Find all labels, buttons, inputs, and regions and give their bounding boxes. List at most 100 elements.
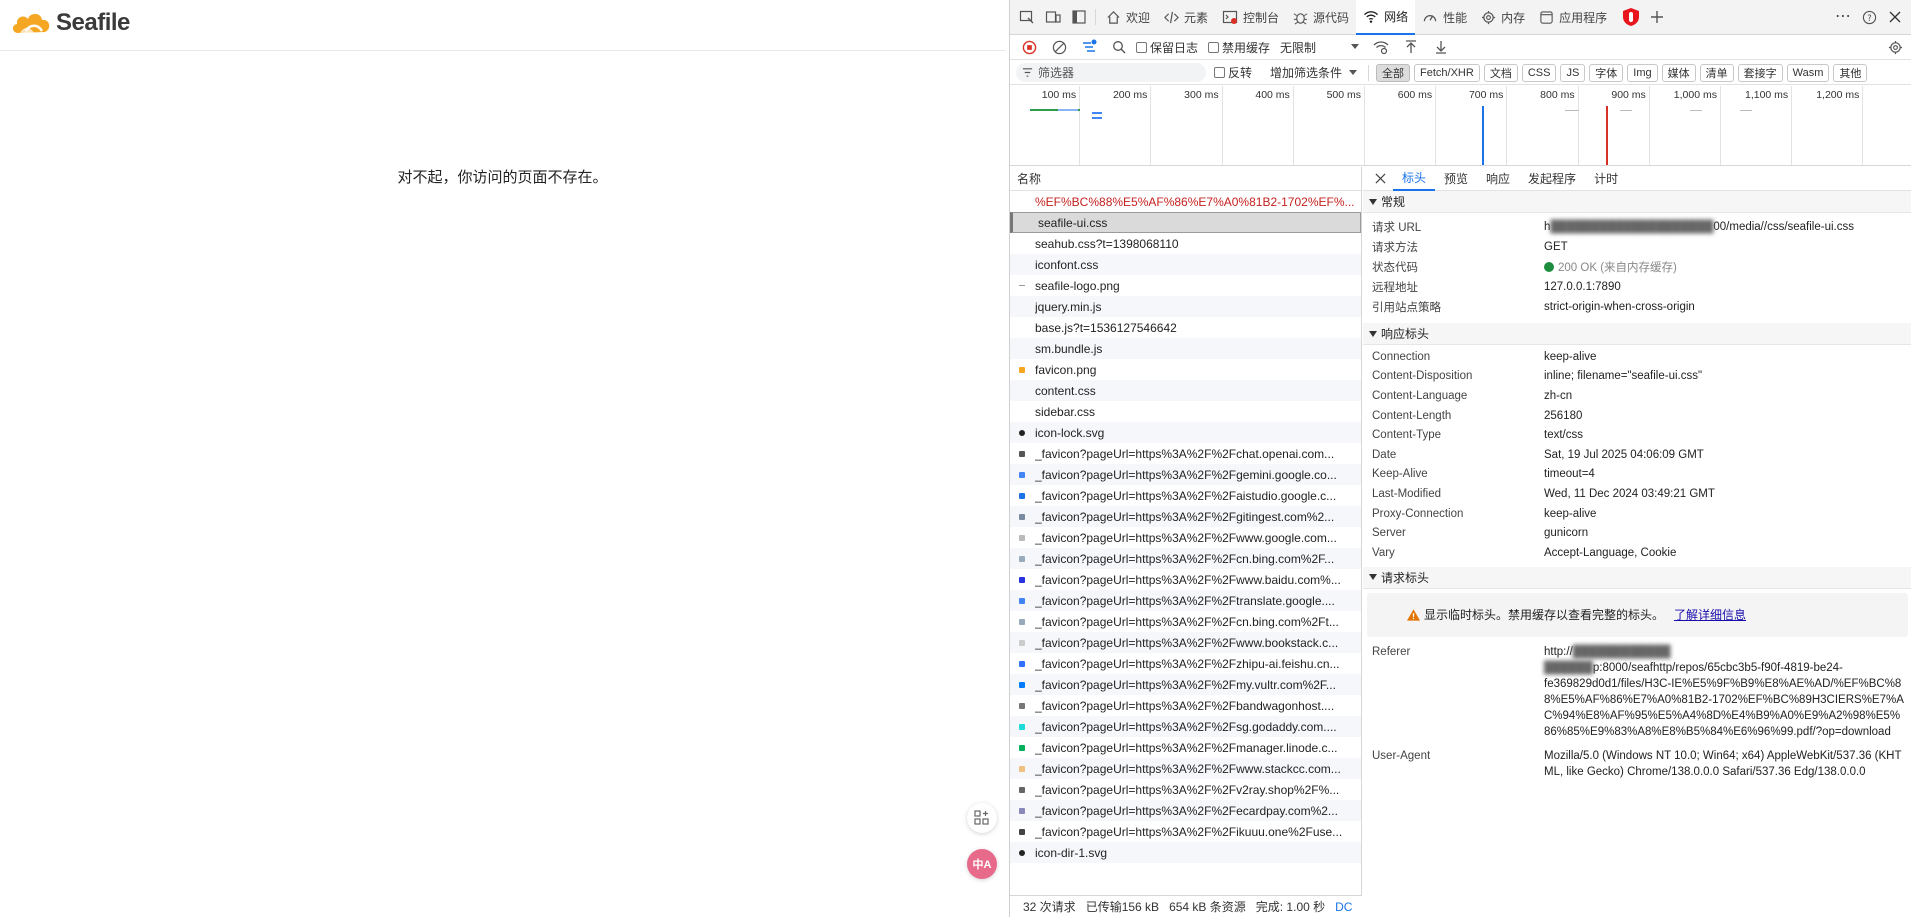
tab-memory[interactable]: 内存 — [1474, 0, 1532, 35]
request-name: _favicon?pageUrl=https%3A%2F%2Fzhipu-ai.… — [1035, 656, 1340, 671]
type-filter-3[interactable]: CSS — [1521, 63, 1557, 82]
type-filter-11[interactable]: 其他 — [1833, 63, 1868, 82]
extension-tab[interactable] — [1618, 4, 1644, 30]
request-row[interactable]: _favicon?pageUrl=https%3A%2F%2Fcn.bing.c… — [1010, 548, 1361, 569]
close-detail-button[interactable] — [1367, 167, 1393, 192]
response-header-row: Keep-Alive timeout=4 — [1363, 465, 1911, 485]
clear-button[interactable] — [1046, 34, 1072, 60]
request-row[interactable]: seafile-logo.png — [1010, 275, 1361, 296]
request-row[interactable]: jquery.min.js — [1010, 296, 1361, 317]
filter-input[interactable]: 筛选器 — [1016, 63, 1206, 82]
name-column-header[interactable]: 名称 — [1010, 167, 1361, 191]
request-row[interactable]: seafile-ui.css — [1010, 212, 1361, 233]
add-tab-button[interactable] — [1644, 4, 1670, 30]
type-filter-9[interactable]: 套接字 — [1737, 63, 1783, 82]
tab-preview[interactable]: 预览 — [1435, 167, 1477, 191]
preserve-log-checkbox[interactable]: 保留日志 — [1136, 39, 1198, 56]
more-options-button[interactable]: ⋯ — [1830, 4, 1856, 30]
header-key: Content-Length — [1372, 409, 1452, 422]
disable-cache-checkbox[interactable]: 禁用缓存 — [1208, 39, 1270, 56]
tab-sources[interactable]: 源代码 — [1286, 0, 1356, 35]
download-icon — [1436, 41, 1447, 54]
general-section-header[interactable]: 常规 — [1363, 191, 1911, 213]
inspect-element-icon[interactable] — [1014, 4, 1040, 30]
request-row[interactable]: seahub.css?t=1398068110 — [1010, 233, 1361, 254]
request-row[interactable]: icon-dir-1.svg — [1010, 842, 1361, 863]
search-button[interactable] — [1106, 34, 1132, 60]
tab-initiator[interactable]: 发起程序 — [1519, 167, 1585, 191]
request-row[interactable]: _favicon?pageUrl=https%3A%2F%2Fv2ray.sho… — [1010, 779, 1361, 800]
request-row[interactable]: sidebar.css — [1010, 401, 1361, 422]
aistudio-favicon-icon — [1017, 491, 1027, 501]
request-row[interactable]: _favicon?pageUrl=https%3A%2F%2Fwww.baidu… — [1010, 569, 1361, 590]
tab-timing[interactable]: 计时 — [1585, 167, 1627, 191]
request-row[interactable]: _favicon?pageUrl=https%3A%2F%2Fmanager.l… — [1010, 737, 1361, 758]
type-filter-8[interactable]: 清单 — [1699, 63, 1734, 82]
type-filter-6[interactable]: Img — [1627, 63, 1658, 82]
device-toggle-icon[interactable] — [1040, 4, 1066, 30]
more-filters-dropdown[interactable]: 增加筛选条件 — [1270, 64, 1358, 81]
type-filter-2[interactable]: 文档 — [1483, 63, 1518, 82]
record-button[interactable] — [1016, 34, 1042, 60]
request-row[interactable]: _favicon?pageUrl=https%3A%2F%2Fwww.books… — [1010, 632, 1361, 653]
tab-network[interactable]: 网络 — [1356, 0, 1416, 35]
export-har-button[interactable] — [1428, 34, 1454, 60]
network-settings-button[interactable] — [1882, 34, 1908, 60]
network-conditions-button[interactable] — [1368, 34, 1394, 60]
apps-float-button[interactable] — [967, 803, 997, 833]
request-row[interactable]: _favicon?pageUrl=https%3A%2F%2Ftranslate… — [1010, 590, 1361, 611]
request-row[interactable]: icon-lock.svg — [1010, 422, 1361, 443]
network-overview-timeline[interactable]: 100 ms 200 ms 300 ms 400 ms 500 ms 600 ms 700 … — [1010, 86, 1911, 166]
request-row[interactable]: _favicon?pageUrl=https%3A%2F%2Fecardpay.… — [1010, 800, 1361, 821]
help-button[interactable]: ? — [1856, 4, 1882, 30]
type-filter-10[interactable]: Wasm — [1786, 63, 1830, 82]
overview-tick-label: 1,100 ms — [1744, 89, 1789, 101]
request-row[interactable]: _favicon?pageUrl=https%3A%2F%2Fchat.open… — [1010, 443, 1361, 464]
type-filter-5[interactable]: 字体 — [1589, 63, 1624, 82]
tab-performance[interactable]: 性能 — [1415, 0, 1474, 35]
chevron-down-icon — [1349, 69, 1358, 75]
type-filter-1[interactable]: Fetch/XHR — [1414, 63, 1480, 82]
overview-tick-label: 800 ms — [1540, 89, 1575, 101]
tab-welcome[interactable]: 欢迎 — [1099, 0, 1157, 35]
overview-gridline — [1292, 86, 1294, 165]
request-row[interactable]: %EF%BC%88%E5%AF%86%E7%A0%81B2-1702%EF%..… — [1010, 191, 1361, 212]
tab-application[interactable]: 应用程序 — [1532, 0, 1614, 35]
sidebar-toggle-icon[interactable] — [1066, 4, 1092, 30]
seafile-logo[interactable]: Seafile — [10, 9, 130, 37]
request-row[interactable]: _favicon?pageUrl=https%3A%2F%2Fikuuu.one… — [1010, 821, 1361, 842]
request-headers-section-header[interactable]: 请求标头 — [1363, 566, 1911, 589]
throttling-select[interactable]: 无限制 — [1280, 39, 1360, 56]
response-headers-section-header[interactable]: 响应标头 — [1363, 323, 1911, 345]
request-row[interactable]: _favicon?pageUrl=https%3A%2F%2Fwww.googl… — [1010, 527, 1361, 548]
request-row[interactable]: _favicon?pageUrl=https%3A%2F%2Fcn.bing.c… — [1010, 611, 1361, 632]
request-row[interactable]: _favicon?pageUrl=https%3A%2F%2Fzhipu-ai.… — [1010, 653, 1361, 674]
type-filter-7[interactable]: 媒体 — [1661, 63, 1696, 82]
request-row[interactable]: _favicon?pageUrl=https%3A%2F%2Fgitingest… — [1010, 506, 1361, 527]
tab-elements[interactable]: 元素 — [1157, 0, 1215, 35]
request-row[interactable]: iconfont.css — [1010, 254, 1361, 275]
request-row[interactable]: base.js?t=1536127546642 — [1010, 317, 1361, 338]
translate-float-button[interactable]: 中A — [967, 849, 997, 879]
overview-gray-mark-2 — [1620, 110, 1632, 111]
header-value: Accept-Language, Cookie — [1544, 546, 1677, 559]
request-row[interactable]: content.css — [1010, 380, 1361, 401]
request-row[interactable]: _favicon?pageUrl=https%3A%2F%2Fbandwagon… — [1010, 695, 1361, 716]
tab-console[interactable]: 控制台 — [1215, 0, 1286, 35]
tab-response[interactable]: 响应 — [1477, 167, 1519, 191]
import-har-button[interactable] — [1398, 34, 1424, 60]
request-row[interactable]: _favicon?pageUrl=https%3A%2F%2Fmy.vultr.… — [1010, 674, 1361, 695]
learn-more-link[interactable]: 了解详细信息 — [1674, 606, 1746, 623]
request-row[interactable]: sm.bundle.js — [1010, 338, 1361, 359]
invert-checkbox[interactable]: 反转 — [1214, 64, 1252, 81]
filter-toggle-button[interactable] — [1076, 34, 1102, 60]
request-row[interactable]: _favicon?pageUrl=https%3A%2F%2Fgemini.go… — [1010, 464, 1361, 485]
type-filter-0[interactable]: 全部 — [1376, 63, 1411, 82]
request-row[interactable]: _favicon?pageUrl=https%3A%2F%2Fwww.stack… — [1010, 758, 1361, 779]
request-row[interactable]: _favicon?pageUrl=https%3A%2F%2Fsg.godadd… — [1010, 716, 1361, 737]
request-row[interactable]: _favicon?pageUrl=https%3A%2F%2Faistudio.… — [1010, 485, 1361, 506]
request-row[interactable]: favicon.png — [1010, 359, 1361, 380]
close-devtools-button[interactable] — [1882, 4, 1908, 30]
tab-headers[interactable]: 标头 — [1393, 167, 1436, 191]
type-filter-4[interactable]: JS — [1560, 63, 1586, 82]
